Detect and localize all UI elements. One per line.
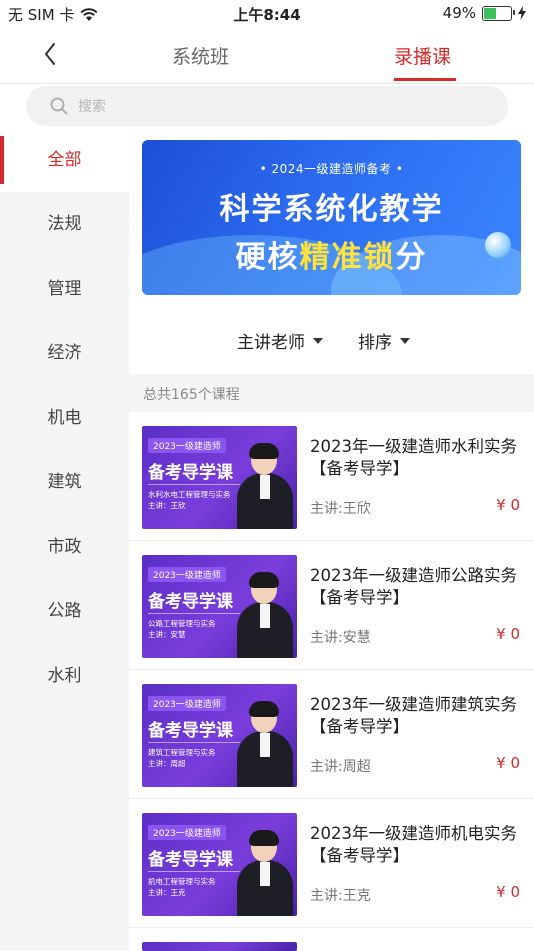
teacher-filter-dropdown[interactable]: 主讲老师 [237,328,323,353]
course-teacher: 主讲:周超 [310,759,371,775]
sidebar-item-regulations[interactable]: 法规 [0,192,129,256]
thumb-tag: 2023一级建造师 [148,825,226,840]
status-bar: 无 SIM 卡 上午8:44 49% [0,0,534,28]
active-category-marker [0,136,4,184]
course-teacher: 主讲:王欣 [310,501,371,517]
sidebar-item-water-conservancy[interactable]: 水利 [0,644,129,708]
course-count-label: 总共165个课程 [143,387,240,403]
sidebar-item-construction[interactable]: 建筑 [0,450,129,514]
thumb-teacher: 主讲：王克 [148,888,186,897]
teacher-portrait [237,830,293,916]
category-sidebar: 全部 法规 管理 经济 机电 建筑 市政 公路 水利 [0,128,129,950]
search-icon [50,97,68,115]
banner-headline-highlight: 精准锁 [299,240,396,275]
promo-banner[interactable]: • 2024一级建造师备考 • 科学系统化教学 硬核精准锁分 [142,140,521,295]
thumb-subtitle: 水利水电工程管理与实务 主讲：王欣 [148,484,240,511]
course-teacher: 主讲:王克 [310,888,371,904]
course-title: 2023年一级建造师建筑实务【备考导学】 [310,695,517,736]
sidebar-item-mechanical-electrical[interactable]: 机电 [0,386,129,450]
sidebar-item-municipal[interactable]: 市政 [0,515,129,579]
caret-down-icon [313,337,323,344]
thumb-title: 备考导学课 [148,592,233,612]
course-thumbnail: 2023一级建造师 备考导学课 公路工程管理与实务 主讲：安慧 [142,555,297,658]
course-title: 2023年一级建造师公路实务【备考导学】 [310,566,517,607]
thumb-subject: 水利水电工程管理与实务 [148,490,231,499]
thumb-tag: 2023一级建造师 [148,438,226,453]
search-placeholder: 搜索 [78,99,106,115]
thumb-title: 备考导学课 [148,721,233,741]
thumb-subject: 建筑工程管理与实务 [148,748,216,757]
sidebar-item-all[interactable]: 全部 [0,128,129,192]
teacher-portrait [237,701,293,787]
filter-bar: 主讲老师 排序 [129,316,534,366]
course-list-item[interactable]: 2023一级建造师 备考导学课 建筑工程管理与实务 主讲：周超 2023年一级建造… [129,670,534,799]
thumb-title: 备考导学课 [148,850,233,870]
back-arrow-icon[interactable] [38,40,66,68]
sidebar-item-label: 市政 [47,537,82,557]
thumb-teacher: 主讲：王欣 [148,501,186,510]
sidebar-item-highway[interactable]: 公路 [0,579,129,643]
course-list-item[interactable]: 2023一级建造师 备考导学课 公路工程管理与实务 主讲：安慧 2023年一级建造… [129,541,534,670]
sort-dropdown[interactable]: 排序 [358,328,410,353]
sidebar-item-management[interactable]: 管理 [0,257,129,321]
sidebar-item-economics[interactable]: 经济 [0,321,129,385]
charging-icon [518,6,526,20]
sidebar-item-label: 建筑 [47,472,82,492]
top-navigation: 系统班 录播课 [0,28,534,84]
sidebar-item-label: 管理 [47,279,82,299]
status-right: 49% [443,4,526,22]
course-price: ¥ 0 [496,754,520,772]
sidebar-item-label: 法规 [47,214,82,234]
sidebar-item-label: 经济 [47,343,82,363]
thumb-teacher: 主讲：安慧 [148,630,186,639]
search-bar-area: 搜索 [0,84,534,128]
battery-percent: 49% [442,4,476,22]
banner-headline-plain: 硬核 [235,240,300,275]
search-input[interactable]: 搜索 [26,86,508,126]
thumb-title: 备考导学课 [148,463,233,483]
course-list-item[interactable] [129,928,534,951]
banner-headline-1: 科学系统化教学 [219,192,444,227]
banner-headline-end: 分 [395,240,428,275]
course-price: ¥ 0 [496,883,520,901]
course-price: ¥ 0 [496,625,520,643]
course-teacher: 主讲:安慧 [310,630,371,646]
thumb-subtitle: 机电工程管理与实务 主讲：王克 [148,871,240,898]
caret-down-icon [400,337,410,344]
sort-label: 排序 [358,333,392,353]
sidebar-item-label: 全部 [47,150,82,170]
course-title: 2023年一级建造师机电实务【备考导学】 [310,824,517,865]
thumb-subtitle: 公路工程管理与实务 主讲：安慧 [148,613,240,640]
course-thumbnail: 2023一级建造师 备考导学课 水利水电工程管理与实务 主讲：王欣 [142,426,297,529]
main-content: • 2024一级建造师备考 • 科学系统化教学 硬核精准锁分 主讲老师 排序 总… [129,128,534,951]
thumb-teacher: 主讲：周超 [148,759,186,768]
thumb-subject: 公路工程管理与实务 [148,619,216,628]
banner-decor-ball-icon [485,232,511,258]
teacher-filter-label: 主讲老师 [237,333,305,353]
sidebar-item-label: 水利 [47,666,82,686]
thumb-subject: 机电工程管理与实务 [148,877,216,886]
sidebar-item-label: 公路 [47,601,82,621]
course-price: ¥ 0 [496,496,520,514]
thumb-tag: 2023一级建造师 [148,567,226,582]
teacher-portrait [237,572,293,658]
course-count-bar: 总共165个课程 [129,374,534,412]
sidebar-item-label: 机电 [47,408,82,428]
teacher-portrait [237,443,293,529]
tab-system-class[interactable]: 系统班 [172,42,229,69]
thumb-subtitle: 建筑工程管理与实务 主讲：周超 [148,742,240,769]
active-tab-indicator [394,78,456,81]
thumb-tag: 2023一级建造师 [148,696,226,711]
banner-headline-2: 硬核精准锁分 [142,232,521,276]
course-thumbnail: 2023一级建造师 备考导学课 机电工程管理与实务 主讲：王克 [142,813,297,916]
course-list-item[interactable]: 2023一级建造师 备考导学课 水利水电工程管理与实务 主讲：王欣 2023年一级… [129,412,534,541]
banner-subtitle: • 2024一级建造师备考 • [259,162,404,176]
course-list-item[interactable]: 2023一级建造师 备考导学课 机电工程管理与实务 主讲：王克 2023年一级建造… [129,799,534,928]
course-title: 2023年一级建造师水利实务【备考导学】 [310,437,517,478]
course-thumbnail: 2023一级建造师 备考导学课 建筑工程管理与实务 主讲：周超 [142,684,297,787]
tab-recorded-class[interactable]: 录播课 [394,42,451,69]
battery-icon [482,5,515,21]
